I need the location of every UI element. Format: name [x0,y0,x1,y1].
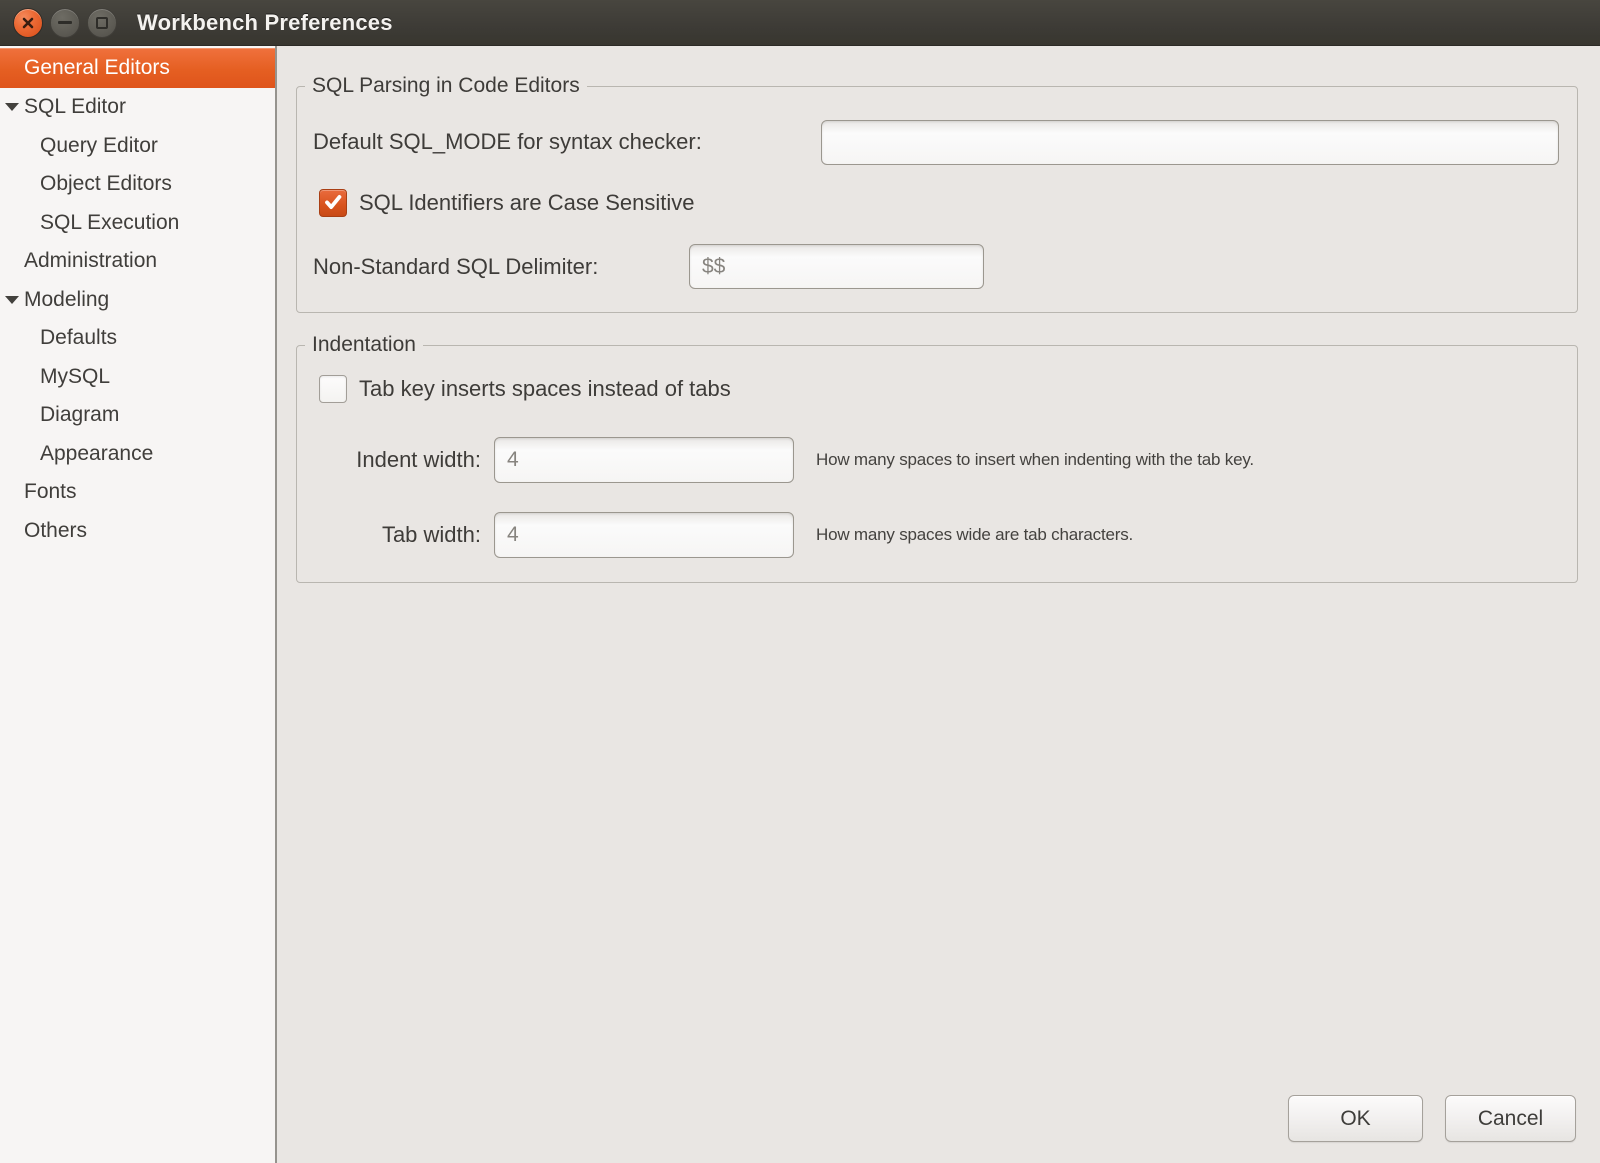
sidebar-item-label: Diagram [0,403,119,427]
sidebar-item-label: Fonts [0,480,77,504]
sidebar-item-label: Others [0,519,87,543]
sidebar-item-label: General Editors [0,56,170,80]
sidebar-item-label: MySQL [0,365,110,389]
expander-arrow-icon[interactable] [5,296,19,304]
sql-mode-label: Default SQL_MODE for syntax checker: [313,119,702,165]
sidebar-item-others[interactable]: Others [0,512,275,551]
cancel-button[interactable]: Cancel [1445,1095,1576,1142]
minimize-button[interactable] [50,8,80,38]
sidebar-item-object-editors[interactable]: Object Editors [0,165,275,204]
sidebar-item-defaults[interactable]: Defaults [0,319,275,358]
close-icon [21,16,35,30]
maximize-icon [96,17,108,29]
expander-arrow-icon[interactable] [5,103,19,111]
sidebar-item-label: Appearance [0,442,153,466]
tab-spaces-row: Tab key inserts spaces instead of tabs [319,375,731,403]
titlebar: Workbench Preferences [0,0,1600,46]
maximize-button[interactable] [87,8,117,38]
sidebar-item-mysql[interactable]: MySQL [0,358,275,397]
tab-spaces-checkbox[interactable] [319,375,347,403]
sidebar-item-appearance[interactable]: Appearance [0,435,275,474]
indent-width-input[interactable] [494,437,794,483]
group-sql-parsing: SQL Parsing in Code Editors Default SQL_… [296,86,1578,313]
sidebar-item-administration[interactable]: Administration [0,242,275,281]
close-button[interactable] [13,8,43,38]
delimiter-label: Non-Standard SQL Delimiter: [313,244,598,289]
delimiter-input[interactable] [689,244,984,289]
sidebar-item-sql-execution[interactable]: SQL Execution [0,204,275,243]
sidebar-item-label: Query Editor [0,134,158,158]
preferences-tree: General Editors SQL Editor Query Editor … [0,46,275,550]
sidebar-item-label: Administration [0,249,157,273]
sidebar-item-label: Object Editors [0,172,172,196]
sidebar-item-fonts[interactable]: Fonts [0,473,275,512]
sidebar-item-label: Defaults [0,326,117,350]
checkmark-icon [322,191,344,213]
case-sensitive-checkbox[interactable] [319,189,347,217]
indent-width-label: Indent width: [313,437,481,483]
window-title: Workbench Preferences [137,10,393,36]
sidebar-item-general-editors[interactable]: General Editors [0,48,275,88]
tab-width-help: How many spaces wide are tab characters. [816,512,1133,558]
tab-spaces-label: Tab key inserts spaces instead of tabs [359,376,731,402]
sidebar-item-label: SQL Execution [0,211,179,235]
preferences-main-panel: SQL Parsing in Code Editors Default SQL_… [279,46,1600,1163]
group-indentation: Indentation Tab key inserts spaces inste… [296,345,1578,583]
sql-mode-input[interactable] [821,120,1559,165]
tab-width-label: Tab width: [313,512,481,558]
indent-width-help: How many spaces to insert when indenting… [816,437,1254,483]
minimize-icon [58,21,72,24]
sidebar-item-diagram[interactable]: Diagram [0,396,275,435]
group-title: SQL Parsing in Code Editors [305,73,587,99]
preferences-sidebar: General Editors SQL Editor Query Editor … [0,46,277,1163]
case-sensitive-label: SQL Identifiers are Case Sensitive [359,190,694,216]
group-title: Indentation [305,332,423,358]
sidebar-item-sql-editor[interactable]: SQL Editor [0,88,275,127]
sidebar-item-modeling[interactable]: Modeling [0,281,275,320]
tab-width-input[interactable] [494,512,794,558]
dialog-button-row: OK Cancel [1288,1095,1576,1142]
ok-button[interactable]: OK [1288,1095,1423,1142]
sidebar-item-query-editor[interactable]: Query Editor [0,127,275,166]
case-sensitive-row: SQL Identifiers are Case Sensitive [319,189,694,217]
